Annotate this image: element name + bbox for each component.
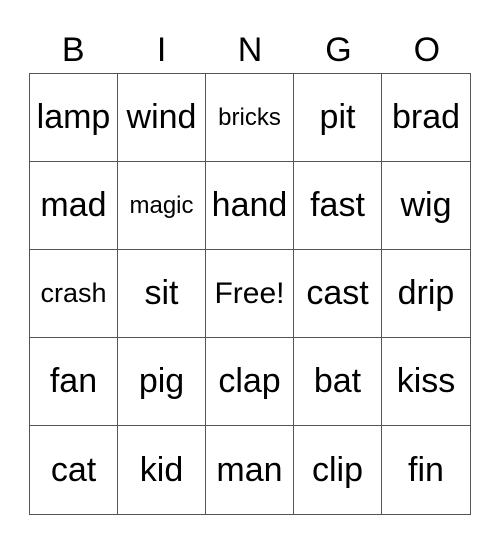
bingo-cell: cast <box>294 250 382 338</box>
bingo-cell: cat <box>30 426 118 514</box>
header-letter-n: N <box>237 31 263 69</box>
header-letter-g: G <box>325 31 352 69</box>
bingo-cell: clip <box>294 426 382 514</box>
header-letter-i: I <box>156 31 167 69</box>
header-letter-b: B <box>61 31 85 69</box>
bingo-cell: hand <box>206 162 294 250</box>
bingo-cell: wig <box>382 162 470 250</box>
bingo-cell: pit <box>294 74 382 162</box>
bingo-cell: lamp <box>30 74 118 162</box>
bingo-cell: kid <box>118 426 206 514</box>
bingo-cell: kiss <box>382 338 470 426</box>
bingo-grid: lamp wind bricks pit brad mad magic hand… <box>29 73 471 515</box>
bingo-cell: bat <box>294 338 382 426</box>
bingo-cell: bricks <box>206 74 294 162</box>
header-letter-o: O <box>413 31 441 69</box>
bingo-cell: crash <box>30 250 118 338</box>
bingo-cell: fast <box>294 162 382 250</box>
bingo-cell: clap <box>206 338 294 426</box>
bingo-cell: mad <box>30 162 118 250</box>
bingo-cell: drip <box>382 250 470 338</box>
bingo-cell: sit <box>118 250 206 338</box>
bingo-cell: fin <box>408 450 444 489</box>
bingo-cell: magic <box>118 162 206 250</box>
bingo-header: B I N G O <box>29 28 471 72</box>
bingo-cell: brad <box>382 74 470 162</box>
bingo-cell: fan <box>30 338 118 426</box>
bingo-cell: pig <box>118 338 206 426</box>
bingo-cell: wind <box>118 74 206 162</box>
bingo-cell: man <box>206 426 294 514</box>
free-space-cell: Free! <box>206 250 294 338</box>
